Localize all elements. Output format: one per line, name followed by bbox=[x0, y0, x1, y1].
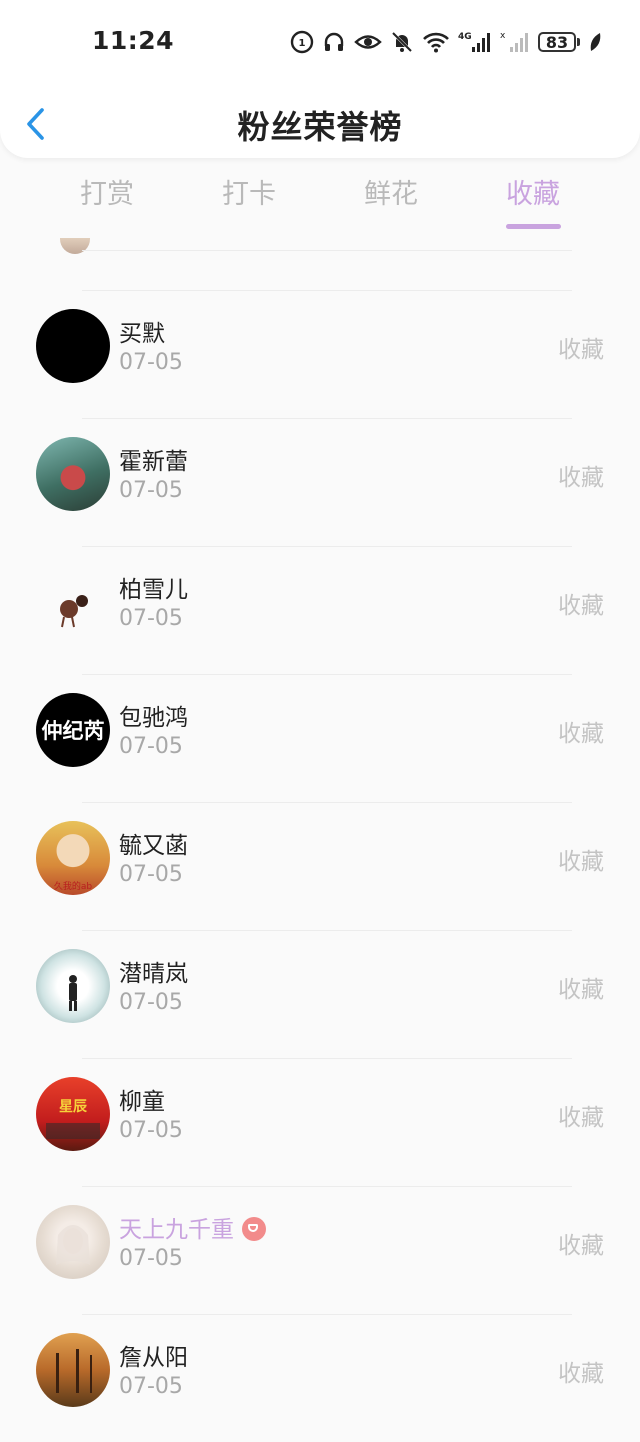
avatar[interactable] bbox=[36, 949, 110, 1023]
tab-checkin[interactable]: 打卡 bbox=[222, 172, 276, 211]
date: 07-05 bbox=[119, 606, 183, 631]
user-name-text: 天上九千重 bbox=[119, 1217, 234, 1243]
date: 07-05 bbox=[119, 350, 183, 375]
date: 07-05 bbox=[119, 478, 183, 503]
battery-level: 83 bbox=[538, 32, 576, 52]
user-name: 霍新蕾 bbox=[119, 449, 188, 475]
avatar[interactable] bbox=[36, 437, 110, 511]
user-name: 天上九千重 bbox=[119, 1210, 266, 1244]
svg-text:4G: 4G bbox=[458, 32, 472, 42]
avatar[interactable]: 仲纪芮 bbox=[36, 693, 110, 767]
status-bar: 11:24 1 4G x 83 bbox=[0, 0, 640, 88]
avatar[interactable] bbox=[36, 565, 110, 639]
favorite-label: 收藏 bbox=[558, 593, 604, 619]
svg-text:x: x bbox=[500, 31, 506, 41]
avatar[interactable] bbox=[36, 309, 110, 383]
date: 07-05 bbox=[119, 734, 183, 759]
hd-icon: 1 bbox=[290, 30, 314, 54]
favorite-label: 收藏 bbox=[558, 977, 604, 1003]
tab-favorites[interactable]: 收藏 bbox=[506, 172, 560, 211]
favorite-label: 收藏 bbox=[558, 721, 604, 747]
favorite-label: 收藏 bbox=[558, 1233, 604, 1259]
avatar[interactable]: 久我的ab bbox=[36, 821, 110, 895]
divider bbox=[82, 250, 572, 251]
eye-icon bbox=[354, 35, 382, 49]
active-tab-indicator bbox=[506, 224, 561, 229]
signal-icon: x bbox=[500, 31, 528, 52]
battery-icon: 83 bbox=[538, 32, 580, 52]
wifi-icon bbox=[423, 32, 449, 53]
partial-avatar bbox=[60, 238, 90, 254]
list-item[interactable]: 霍新蕾 07-05 收藏 bbox=[0, 418, 640, 546]
date: 07-05 bbox=[119, 1118, 183, 1143]
user-name: 买默 bbox=[119, 321, 165, 347]
mute-icon bbox=[391, 31, 413, 53]
avatar[interactable]: 星辰 bbox=[36, 1077, 110, 1151]
list-item[interactable]: 星辰 柳童 07-05 收藏 bbox=[0, 1058, 640, 1186]
date: 07-05 bbox=[119, 1374, 183, 1399]
list-item[interactable]: 久我的ab 毓又菡 07-05 收藏 bbox=[0, 802, 640, 930]
list-item[interactable]: 天上九千重 07-05 收藏 bbox=[0, 1186, 640, 1314]
avatar-text: 星辰 bbox=[59, 1099, 88, 1115]
avatar[interactable] bbox=[36, 1333, 110, 1407]
status-time: 11:24 bbox=[92, 26, 175, 55]
tab-tip[interactable]: 打赏 bbox=[80, 172, 134, 211]
favorite-label: 收藏 bbox=[558, 337, 604, 363]
avatar[interactable] bbox=[36, 1205, 110, 1279]
tab-bar: 打赏 打卡 鲜花 收藏 bbox=[0, 172, 640, 234]
user-name: 詹从阳 bbox=[119, 1345, 188, 1371]
user-name: 潜晴岚 bbox=[119, 961, 188, 987]
nav-bar: 粉丝荣誉榜 bbox=[0, 90, 640, 160]
page-title: 粉丝荣誉榜 bbox=[237, 108, 403, 146]
leaf-icon bbox=[590, 33, 601, 51]
list-item[interactable]: 詹从阳 07-05 收藏 bbox=[0, 1314, 640, 1442]
user-name: 包驰鸿 bbox=[119, 705, 188, 731]
favorite-label: 收藏 bbox=[558, 849, 604, 875]
date: 07-05 bbox=[119, 1246, 183, 1271]
user-name: 柏雪儿 bbox=[119, 577, 188, 603]
list-item[interactable]: 潜晴岚 07-05 收藏 bbox=[0, 930, 640, 1058]
list-item[interactable]: 买默 07-05 收藏 bbox=[0, 290, 640, 418]
status-icons: 1 4G x 83 bbox=[290, 30, 602, 54]
signal-4g-icon: 4G bbox=[458, 32, 490, 52]
headphones-icon bbox=[324, 32, 344, 51]
user-name: 毓又菡 bbox=[119, 833, 188, 859]
date: 07-05 bbox=[119, 862, 183, 887]
list-item[interactable]: 柏雪儿 07-05 收藏 bbox=[0, 546, 640, 674]
avatar-text: 久我的ab bbox=[54, 880, 93, 892]
vip-badge-icon bbox=[242, 1216, 266, 1241]
user-name: 柳童 bbox=[119, 1089, 165, 1115]
date: 07-05 bbox=[119, 990, 183, 1015]
avatar-text: 仲纪芮 bbox=[42, 719, 105, 743]
favorite-label: 收藏 bbox=[558, 1105, 604, 1131]
svg-text:1: 1 bbox=[299, 38, 306, 49]
favorite-label: 收藏 bbox=[558, 1361, 604, 1387]
favorite-label: 收藏 bbox=[558, 465, 604, 491]
list-item[interactable]: 仲纪芮 包驰鸿 07-05 收藏 bbox=[0, 674, 640, 802]
tab-flowers[interactable]: 鲜花 bbox=[364, 172, 418, 211]
